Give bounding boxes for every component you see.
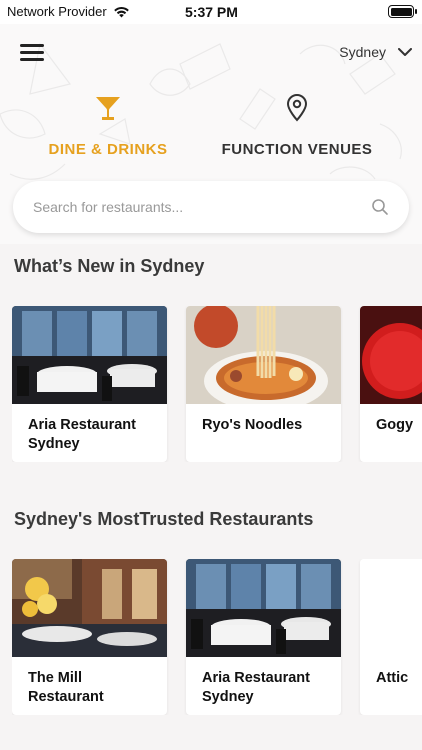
restaurant-card[interactable]: Aria Restaurant Sydney bbox=[12, 306, 167, 462]
carrier-label: Network Provider bbox=[7, 4, 107, 19]
restaurant-card[interactable]: Aria Restaurant Sydney bbox=[186, 559, 341, 715]
restaurant-photo bbox=[360, 559, 422, 657]
section-title-most-trusted: Sydney's MostTrusted Restaurants bbox=[14, 509, 314, 529]
restaurant-photo bbox=[186, 559, 341, 657]
search-icon[interactable] bbox=[371, 198, 389, 216]
wifi-icon bbox=[113, 6, 129, 17]
restaurant-name: The Mill Restaurant bbox=[28, 670, 104, 705]
section-title-whats-new: What’s New in Sydney bbox=[14, 256, 205, 276]
status-bar: Network Provider 5:37 PM bbox=[0, 0, 422, 24]
whats-new-carousel[interactable]: Aria Restaurant Sydney Ryo's Noodles Gog… bbox=[12, 306, 422, 462]
search-input[interactable] bbox=[33, 199, 371, 215]
city-label: Sydney bbox=[339, 44, 386, 60]
city-selector[interactable]: Sydney bbox=[339, 44, 412, 60]
tab-dine-label: DINE & DRINKS bbox=[48, 141, 168, 158]
restaurant-name: Aria Restaurant Sydney bbox=[202, 670, 310, 705]
restaurant-name: Gogy bbox=[376, 417, 414, 433]
restaurant-name: Attic bbox=[376, 670, 409, 686]
tab-function-venues[interactable]: FUNCTION VENUES bbox=[212, 94, 382, 158]
restaurant-name: Aria Restaurant Sydney bbox=[28, 417, 136, 452]
restaurant-card[interactable]: Gogy bbox=[360, 306, 422, 462]
hamburger-menu-icon[interactable] bbox=[20, 44, 44, 64]
restaurant-card[interactable]: Attic bbox=[360, 559, 422, 715]
restaurant-photo bbox=[186, 306, 341, 404]
restaurant-name: Ryo's Noodles bbox=[202, 417, 303, 433]
chevron-down-icon bbox=[398, 47, 412, 56]
restaurant-photo bbox=[12, 306, 167, 404]
restaurant-photo bbox=[360, 306, 422, 404]
status-left: Network Provider bbox=[7, 4, 130, 19]
tab-function-label: FUNCTION VENUES bbox=[221, 141, 373, 158]
location-pin-icon bbox=[286, 94, 308, 122]
restaurant-photo bbox=[12, 559, 167, 657]
search-bar bbox=[13, 181, 409, 233]
status-time: 5:37 PM bbox=[185, 4, 238, 20]
restaurant-card[interactable]: The Mill Restaurant bbox=[12, 559, 167, 715]
restaurant-card[interactable]: Ryo's Noodles bbox=[186, 306, 341, 462]
header-area: Sydney DINE & DRINKS FUNCTION VENUES bbox=[0, 24, 422, 244]
tab-dine-drinks[interactable]: DINE & DRINKS bbox=[40, 94, 176, 158]
battery-icon bbox=[388, 5, 417, 18]
most-trusted-carousel[interactable]: The Mill Restaurant Aria Restaurant Sydn… bbox=[12, 559, 422, 715]
cocktail-glass-icon bbox=[96, 97, 120, 120]
